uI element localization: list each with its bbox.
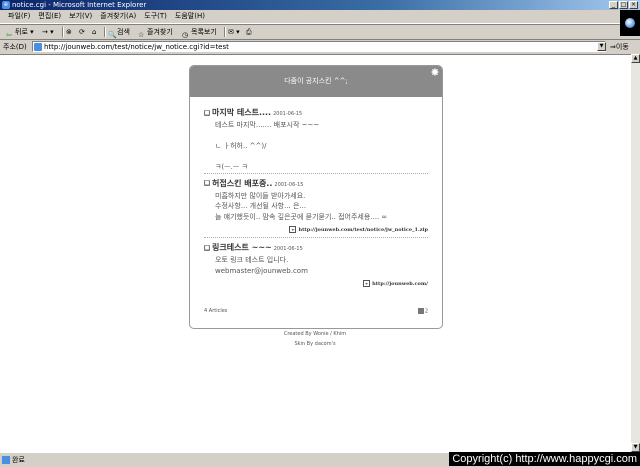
article-count: 4 Articles (204, 308, 228, 314)
credits: Created By Wonie / Khim Skin By dacom's (189, 329, 441, 349)
menu-favorites[interactable]: 즐겨찾기(A) (96, 10, 140, 23)
post-item: ■ 허접스킨 배포중.. 2001-06-15 미흡하지만 많이들 받아가세요. 수… (204, 178, 428, 238)
menu-help[interactable]: 도움말(H) (171, 10, 209, 23)
history-button[interactable]: ◷ 목록보기 (182, 25, 217, 39)
post-title-suffix: ~~~ (251, 243, 272, 252)
board-header: 다줌이 공지스킨 ^^; ✸ (190, 66, 442, 97)
post-body: 오토 링크 테스트 입니다. webmaster@jounweb.com (215, 256, 308, 275)
attachment-icon: + (289, 226, 297, 233)
favorites-button[interactable]: ☆ 즐겨찾기 (138, 25, 173, 39)
attachment-icon: + (363, 280, 371, 287)
mail-button[interactable]: ✉ ▾ (228, 25, 240, 39)
credits-created: Created By Wonie / Khim (283, 331, 347, 337)
maximize-button[interactable]: □ (619, 1, 628, 9)
menu-file[interactable]: 파일(F) (4, 10, 34, 23)
window-title: notice.cgi - Microsoft Internet Explorer (12, 1, 147, 9)
back-arrow-icon: ⇦ (6, 31, 12, 39)
scroll-down-button[interactable]: ▼ (631, 443, 640, 452)
status-text: 완료 (2, 454, 25, 466)
post-title[interactable]: 마지막 테스트.... (212, 108, 271, 117)
post-date: 2001-06-15 (274, 181, 304, 188)
star-icon: ✸ (430, 66, 440, 79)
post-icon: ■ (204, 180, 210, 186)
board-title: 다줌이 공지스킨 ^^; (284, 77, 348, 85)
go-button[interactable]: ⇒이동 (610, 40, 629, 54)
minimize-button[interactable]: _ (609, 1, 618, 9)
home-button[interactable]: ⌂ (92, 25, 96, 39)
toolbar: ⇦ 뒤로 ▾ → ▾ ⊗ ⟳ ⌂ 🔍검색 ☆ 즐겨찾기 ◷ 목록보기 ✉ ▾ ⎙ (0, 24, 620, 40)
ie-icon: e (2, 1, 10, 9)
board-footer: 4 Articles 2 (204, 308, 428, 315)
menu-edit[interactable]: 편집(E) (34, 10, 65, 23)
post-title[interactable]: 링크테스트 (212, 243, 249, 252)
address-input[interactable]: http://jounweb.com/test/notice/jw_notice… (32, 41, 606, 52)
title-bar: e notice.cgi - Microsoft Internet Explor… (0, 0, 640, 10)
post-item: ■ 링크테스트 ~~~ 2001-06-15 오토 링크 테스트 입니다. webm… (204, 242, 428, 291)
vertical-scrollbar[interactable]: ▲ ▼ (631, 54, 640, 452)
attachment-link[interactable]: http://jounweb.com/ (372, 281, 428, 287)
post-body: 테스트 마지막....... 배포시작 ~~~ ㄴ ㅏ허허.. ^^)/ ㅋ(ㅡ… (215, 121, 320, 171)
post-body: 미흡하지만 많이들 받아가세요. 수정사항... 개선될 사항... 은... … (215, 191, 388, 221)
post-item: ■ 마지막 테스트.... 2001-06-15 테스트 마지막....... 배포… (204, 107, 428, 174)
page-content: 다줌이 공지스킨 ^^; ✸ ■ 마지막 테스트.... 2001-06-15 테스… (0, 54, 631, 453)
post-icon: ■ (204, 244, 210, 251)
menu-tools[interactable]: 도구(T) (140, 10, 171, 23)
copyright-watermark: Copyright(c) http://www.happycgi.com (449, 452, 640, 466)
notice-board: 다줌이 공지스킨 ^^; ✸ ■ 마지막 테스트.... 2001-06-15 테스… (189, 65, 443, 329)
page-icon (417, 308, 424, 314)
address-dropdown-button[interactable]: ▼ (597, 42, 606, 51)
page-icon (34, 43, 42, 51)
address-bar: 주소(D) http://jounweb.com/test/notice/jw_… (0, 39, 640, 54)
credits-skin: Skin By dacom's (294, 341, 336, 347)
windows-logo-icon (620, 10, 640, 36)
address-url: http://jounweb.com/test/notice/jw_notice… (44, 43, 229, 51)
print-button[interactable]: ⎙ (246, 25, 252, 39)
forward-button[interactable]: → ▾ (42, 25, 54, 39)
search-icon: 🔍 (108, 31, 117, 39)
attachment-link[interactable]: http://jounweb.com/test/notice/jw_notice… (298, 227, 428, 233)
history-icon: ◷ (182, 31, 189, 39)
post-title[interactable]: 허접스킨 배포중.. (212, 179, 272, 188)
page-number[interactable]: 2 (417, 308, 428, 315)
refresh-button[interactable]: ⟳ (79, 25, 85, 39)
menu-view[interactable]: 보기(V) (65, 10, 96, 23)
favorites-icon: ☆ (138, 31, 145, 39)
search-button[interactable]: 🔍검색 (108, 25, 130, 39)
post-date: 2001-06-15 (273, 111, 303, 117)
address-label: 주소(D) (3, 43, 27, 51)
scroll-up-button[interactable]: ▲ (631, 54, 640, 63)
post-icon: ■ (204, 109, 210, 116)
post-date: 2001-06-15 (273, 246, 303, 252)
close-button[interactable]: × (629, 1, 638, 9)
menu-bar: 파일(F) 편집(E) 보기(V) 즐겨찾기(A) 도구(T) 도움말(H) (0, 10, 640, 24)
stop-button[interactable]: ⊗ (66, 25, 72, 39)
done-icon (2, 456, 10, 464)
back-button[interactable]: ⇦ 뒤로 ▾ (6, 25, 34, 39)
